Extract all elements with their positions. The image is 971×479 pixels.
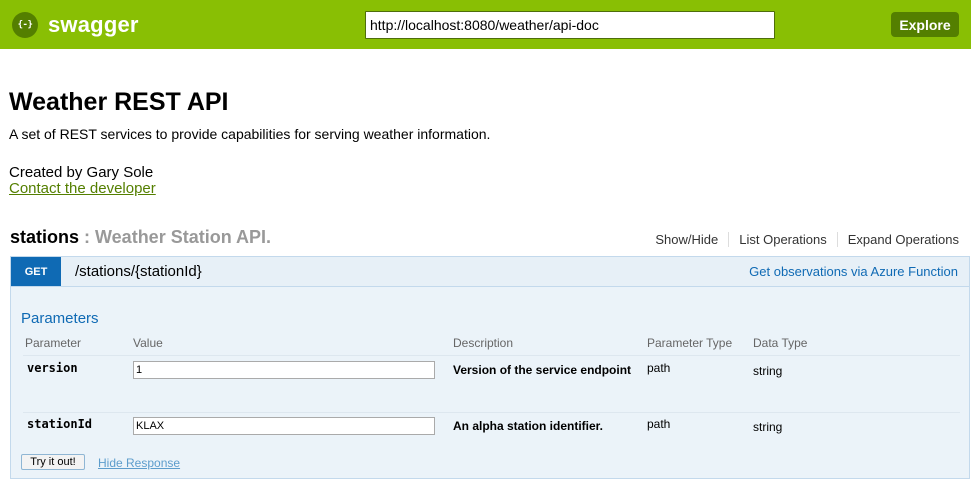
param-type: path — [647, 417, 671, 431]
station-id-input[interactable] — [133, 417, 435, 435]
param-name: version — [27, 361, 78, 375]
col-description: Description — [453, 336, 514, 350]
param-name: stationId — [27, 417, 93, 431]
resource-heading[interactable]: stations : Weather Station API. — [10, 227, 271, 248]
resource-name[interactable]: stations — [10, 227, 79, 247]
top-bar: {-} swagger Explore — [0, 0, 971, 49]
hide-response-link[interactable]: Hide Response — [98, 456, 180, 470]
col-parameter-type: Parameter Type — [647, 336, 733, 350]
resource-description: : Weather Station API. — [79, 227, 272, 247]
param-description: An alpha station identifier. — [453, 419, 604, 433]
try-it-out-button[interactable]: Try it out! — [21, 454, 85, 470]
expand-operations-link[interactable]: Expand Operations — [838, 232, 959, 247]
table-row: stationId An alpha station identifier. p… — [23, 413, 960, 443]
param-description: Version of the service endpoint — [453, 363, 632, 377]
explore-button[interactable]: Explore — [891, 12, 959, 37]
data-type: string — [753, 364, 783, 378]
version-input[interactable] — [133, 361, 435, 379]
col-data-type: Data Type — [753, 336, 808, 350]
api-author: Created by Gary Sole — [9, 164, 154, 181]
list-operations-link[interactable]: List Operations — [729, 232, 838, 247]
operation-heading[interactable]: GET /stations/{stationId} Get observatio… — [10, 256, 970, 287]
data-type: string — [753, 420, 783, 434]
operation-summary[interactable]: Get observations via Azure Function — [749, 264, 958, 279]
operation-path[interactable]: /stations/{stationId} — [75, 263, 202, 280]
swagger-logo-icon: {-} — [12, 12, 38, 38]
parameters-heading: Parameters — [21, 310, 99, 327]
api-url-input[interactable] — [365, 11, 775, 39]
contact-developer-link[interactable]: Contact the developer — [9, 180, 156, 197]
http-method-badge[interactable]: GET — [11, 257, 61, 286]
param-type: path — [647, 361, 671, 375]
api-title: Weather REST API — [9, 88, 229, 116]
table-row: version Version of the service endpoint … — [23, 357, 960, 413]
api-description: A set of REST services to provide capabi… — [9, 126, 491, 142]
col-value: Value — [133, 336, 163, 350]
operation-content: Parameters Parameter Value Description P… — [10, 287, 970, 479]
brand-name: swagger — [48, 12, 139, 37]
show-hide-link[interactable]: Show/Hide — [645, 232, 730, 247]
parameters-table-header: Parameter Value Description Parameter Ty… — [23, 335, 960, 356]
swagger-logo[interactable]: {-} swagger — [12, 10, 139, 40]
col-parameter: Parameter — [25, 336, 82, 350]
resource-options: Show/Hide List Operations Expand Operati… — [645, 232, 959, 247]
